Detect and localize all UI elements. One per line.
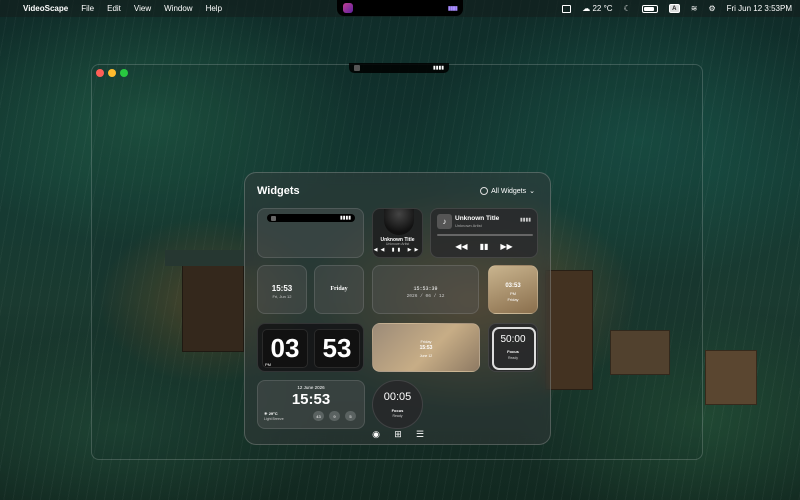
focus-value: 50:00 <box>500 334 526 345</box>
gold-time: 03:53 <box>505 283 521 289</box>
timer-value: 00:05 <box>383 391 412 403</box>
mini-audio-bars-icon: ▮▮▮▮ <box>432 65 444 71</box>
widget-filter-dropdown[interactable]: All Widgets ⌄ <box>480 187 535 195</box>
music-progress-bar[interactable] <box>437 234 533 236</box>
panel-title: Widgets <box>257 185 300 197</box>
weather-menu[interactable]: ☁ 22 °C <box>582 4 612 13</box>
sliders-icon[interactable]: ☰ <box>414 428 426 440</box>
small-date: Fri, Jun 12 <box>272 294 292 299</box>
music-note-icon: ♪ <box>437 214 452 229</box>
music-bars-icon: ▮▮▮▮ <box>519 217 531 223</box>
wifi-icon[interactable]: ≋ <box>691 4 698 13</box>
island-bar: ▮▮▮▮ <box>267 214 355 222</box>
digital-time: 15:53:39 <box>413 286 438 292</box>
now-playing-art-icon <box>343 3 353 13</box>
background-box-right <box>705 350 757 405</box>
digital-date: 2026 / 06 / 12 <box>406 294 445 299</box>
focus-status: Ready <box>507 356 519 360</box>
panel-toolbar: ◉ ⊞ ☰ <box>370 428 426 440</box>
widget-gradient-clock[interactable]: Friday 15:53 June 12 <box>372 323 480 372</box>
day-label: Friday <box>330 286 348 292</box>
island-bars-icon: ▮▮▮▮ <box>339 215 351 221</box>
widget-flip-clock[interactable]: 03 53 PM <box>257 323 364 372</box>
mail-icon[interactable] <box>562 4 572 13</box>
widget-digital-clock[interactable]: 15:53:39 2026 / 06 / 12 <box>372 265 479 314</box>
menu-file[interactable]: File <box>81 4 94 13</box>
gradient-day: Friday <box>420 339 432 344</box>
input-source-icon[interactable]: A <box>668 4 680 13</box>
notch-now-playing[interactable]: ▮▮▮▮ <box>337 0 463 16</box>
widget-gold-clock[interactable]: 03:53 PM Friday <box>488 265 538 314</box>
music-controls: ◀◀ ▮▮ ▶▶ <box>431 242 537 251</box>
widget-music-player[interactable]: ♪ Unknown Title Unknown Artist ▮▮▮▮ ◀◀ ▮… <box>430 208 538 258</box>
weather-pill: 9 <box>329 411 340 421</box>
add-widget-icon[interactable]: ⊞ <box>392 428 404 440</box>
menu-clock[interactable]: Fri Jun 12 3:53PM <box>727 4 792 13</box>
battery-icon[interactable] <box>641 4 658 13</box>
weather-time: 15:53 <box>291 391 331 408</box>
music-title: Unknown Title <box>455 215 500 222</box>
gold-day: Friday <box>507 297 519 302</box>
widget-dynamic-island[interactable]: ▮▮▮▮ <box>257 208 364 258</box>
weather-date: 12 June 2026 <box>297 385 325 390</box>
widget-day[interactable]: Friday <box>314 265 364 314</box>
gradient-date: June 12 <box>419 354 433 358</box>
mini-island-player[interactable]: ▮▮▮▮ <box>349 63 449 73</box>
moon-icon[interactable]: ☾ <box>624 4 631 13</box>
window-controls <box>96 69 128 77</box>
weather-pill: 43 <box>313 411 324 421</box>
weather-temp-label: ☀ 29°C <box>264 411 278 416</box>
widget-focus-timer[interactable]: 50:00 Focus Ready <box>488 323 538 372</box>
vinyl-controls: ◀◀ ▮▮ ▶▶ <box>373 247 422 254</box>
widget-time-small[interactable]: 15:53 Fri, Jun 12 <box>257 265 307 314</box>
vinyl-artist: Unknown Artist <box>385 241 410 246</box>
flip-minutes: 53 <box>314 329 360 368</box>
focus-label: Focus <box>507 349 519 354</box>
island-art-icon <box>271 215 276 221</box>
menu-help[interactable]: Help <box>206 4 222 13</box>
filter-label: All Widgets <box>491 187 527 195</box>
gradient-time: 15:53 <box>419 345 433 351</box>
previous-track-icon[interactable]: ◀◀ <box>455 242 467 251</box>
menu-bar: VideoScape File Edit View Window Help ▮▮… <box>0 0 800 17</box>
weather-pill: 5 <box>345 411 356 421</box>
close-button[interactable] <box>96 69 104 77</box>
weather-condition: Light Breeze <box>264 417 284 421</box>
zoom-button[interactable] <box>120 69 128 77</box>
music-artist: Unknown Artist <box>455 223 482 228</box>
music-note-icon <box>354 65 360 71</box>
control-center-icon[interactable]: ⚙ <box>708 4 715 13</box>
filter-icon <box>480 187 489 195</box>
widget-round-timer[interactable]: 00:05 Focus Ready <box>372 380 423 429</box>
menu-view[interactable]: View <box>134 4 151 13</box>
small-time: 15:53 <box>271 284 293 293</box>
timer-status: Ready <box>392 414 403 418</box>
gold-ampm: PM <box>510 291 516 296</box>
audio-bars-icon: ▮▮▮▮ <box>447 5 458 12</box>
next-track-icon[interactable]: ▶▶ <box>500 242 512 251</box>
menu-edit[interactable]: Edit <box>107 4 121 13</box>
chevron-down-icon: ⌄ <box>529 188 535 195</box>
vinyl-record-icon <box>384 209 414 235</box>
widgets-panel: Widgets All Widgets ⌄ ▮▮▮▮ Unknown Title… <box>244 172 551 445</box>
timer-label: Focus <box>391 408 404 413</box>
minimize-button[interactable] <box>108 69 116 77</box>
flip-ampm: PM <box>265 362 271 367</box>
menu-window[interactable]: Window <box>164 4 192 13</box>
widget-vinyl-player[interactable]: Unknown Title Unknown Artist ◀◀ ▮▮ ▶▶ <box>372 208 423 258</box>
eye-icon[interactable]: ◉ <box>370 428 382 440</box>
app-name-menu[interactable]: VideoScape <box>23 4 68 13</box>
weather-temp: 22 °C <box>592 4 613 13</box>
widget-weather-clock[interactable]: 12 June 2026 15:53 ☀ 29°C Light Breeze 4… <box>257 380 365 429</box>
pause-icon[interactable]: ▮▮ <box>480 242 489 251</box>
